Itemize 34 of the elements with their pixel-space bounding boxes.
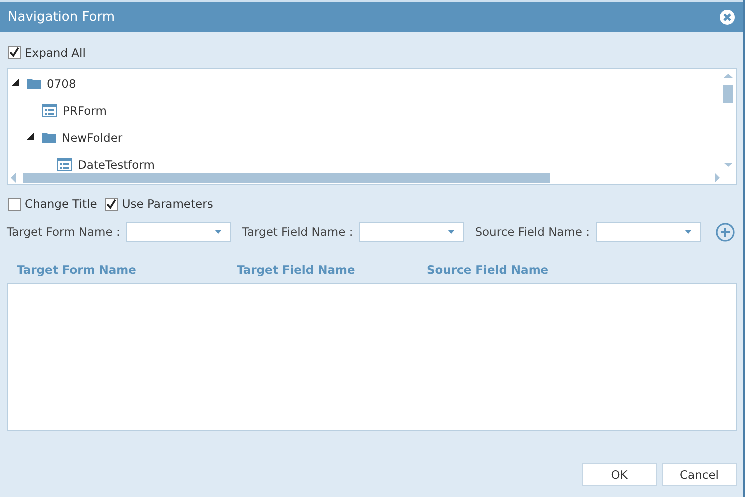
- dialog-button[interactable]: Cancel: [662, 463, 737, 486]
- column-header: Source Field Name: [427, 263, 550, 277]
- tree-item[interactable]: PRForm: [63, 104, 107, 118]
- dropdown-arrow-icon: [215, 230, 222, 234]
- close-icon[interactable]: [720, 10, 735, 24]
- tree-item[interactable]: DateTestform: [78, 158, 155, 172]
- dropdown-arrow-icon: [685, 230, 692, 234]
- window-title: Navigation Form: [8, 10, 115, 24]
- dropdown-field[interactable]: [359, 222, 464, 242]
- tree-item[interactable]: NewFolder: [62, 130, 123, 144]
- checkbox-label: Expand All: [25, 46, 86, 60]
- add-icon[interactable]: [716, 222, 736, 242]
- field-label: Target Field Name :: [242, 225, 354, 239]
- column-header: Target Field Name: [237, 263, 356, 277]
- field-label: Target Form Name :: [7, 225, 120, 239]
- vertical-scrollbar[interactable]: [723, 73, 734, 169]
- dialog-button[interactable]: OK: [582, 463, 657, 486]
- checkbox[interactable]: [105, 198, 118, 210]
- column-header: Target Form Name: [17, 263, 138, 277]
- checkbox[interactable]: [8, 198, 21, 210]
- checkbox-label: Change Title: [25, 197, 98, 211]
- dropdown-field[interactable]: [126, 222, 232, 242]
- tree-item[interactable]: 0708: [47, 76, 76, 90]
- folder-icon: [27, 78, 41, 89]
- folder-icon: [42, 132, 56, 143]
- form-icon: [57, 158, 72, 171]
- expanded-arrow-icon[interactable]: [27, 133, 34, 140]
- field-label: Source Field Name :: [475, 225, 590, 239]
- form-icon: [42, 104, 57, 117]
- dropdown-field[interactable]: [596, 222, 702, 242]
- dropdown-arrow-icon: [448, 230, 456, 234]
- checkbox[interactable]: [8, 46, 21, 59]
- expanded-arrow-icon[interactable]: [12, 79, 19, 86]
- checkbox-label: Use Parameters: [122, 197, 214, 211]
